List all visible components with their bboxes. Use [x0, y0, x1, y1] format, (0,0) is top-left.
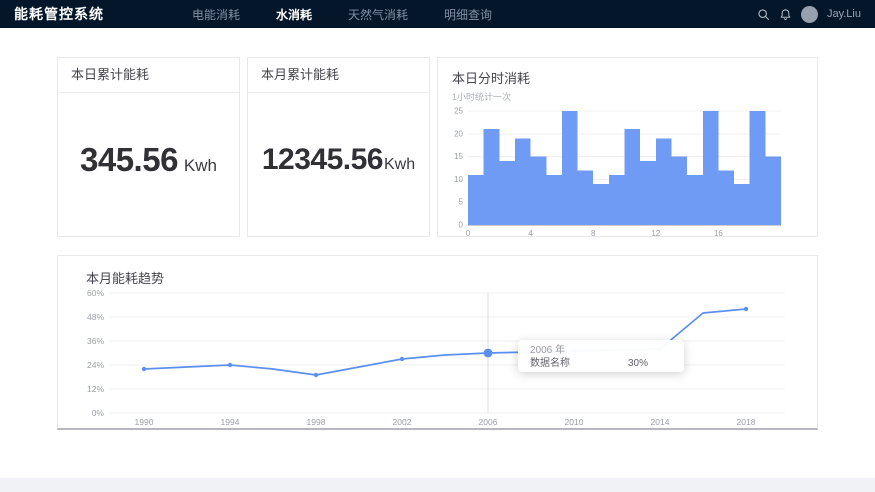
nav-item-1[interactable]: 电能消耗	[192, 6, 240, 23]
navbar-right: Jay.Liu	[757, 6, 861, 23]
svg-text:1998: 1998	[307, 417, 326, 427]
trend-line-chart[interactable]: 0% 12% 24% 36% 48% 60% 1990 1994 1998 2002 2006 201…	[58, 289, 817, 436]
main-nav: 电能消耗 水消耗 天然气消耗 明细查询	[192, 6, 528, 23]
month-energy-card: 本月累计能耗 12345.56 Kwh	[247, 57, 430, 237]
svg-text:10: 10	[454, 175, 463, 184]
svg-text:0%: 0%	[92, 408, 105, 418]
month-energy-value-wrap: 12345.56 Kwh	[262, 143, 415, 187]
today-energy-card-title: 本日累计能耗	[58, 58, 239, 93]
svg-text:2014: 2014	[651, 417, 670, 427]
svg-text:2002: 2002	[393, 417, 412, 427]
svg-text:12%: 12%	[87, 384, 104, 394]
svg-text:1990: 1990	[135, 417, 154, 427]
hourly-bar-chart-svg: 0 5 10 15 20 25 0 4 8 12 16	[444, 105, 814, 237]
svg-text:8: 8	[591, 229, 596, 237]
svg-text:1994: 1994	[221, 417, 240, 427]
today-energy-value: 345.56	[80, 141, 178, 179]
stat-cards-row: 本日累计能耗 345.56 Kwh 本月累计能耗 12345.56 Kwh 本日…	[57, 57, 818, 237]
user-name[interactable]: Jay.Liu	[827, 8, 861, 20]
hourly-chart-subtitle: 1小时统计一次	[452, 90, 817, 103]
svg-text:48%: 48%	[87, 312, 104, 322]
svg-text:2010: 2010	[565, 417, 584, 427]
today-energy-unit: Kwh	[184, 156, 217, 176]
trend-line-chart-svg: 0% 12% 24% 36% 48% 60% 1990 1994 1998 2002 2006 201…	[58, 289, 803, 431]
notification-bell-icon[interactable]	[779, 8, 792, 21]
svg-text:5: 5	[459, 198, 464, 207]
monthly-trend-card: 本月能耗趋势 0% 12% 24% 36% 48% 60% 1990 1994 1998 2002…	[57, 255, 818, 430]
svg-text:15: 15	[454, 152, 463, 161]
month-energy-unit: Kwh	[384, 156, 415, 174]
svg-text:0: 0	[459, 221, 464, 230]
hourly-bar-chart[interactable]: 0 5 10 15 20 25 0 4 8 12 16	[444, 105, 817, 237]
top-navbar: 能耗管控系统 电能消耗 水消耗 天然气消耗 明细查询 Jay.Liu	[0, 0, 875, 28]
svg-text:4: 4	[528, 229, 533, 237]
trend-chart-title: 本月能耗趋势	[86, 268, 817, 287]
svg-text:12: 12	[651, 229, 660, 237]
tooltip-value: 30%	[628, 358, 648, 369]
dashboard-content: 本日累计能耗 345.56 Kwh 本月累计能耗 12345.56 Kwh 本日…	[0, 28, 875, 430]
search-icon[interactable]	[757, 8, 770, 21]
svg-text:2006: 2006	[479, 417, 498, 427]
user-avatar[interactable]	[801, 6, 818, 23]
svg-text:2018: 2018	[737, 417, 756, 427]
nav-item-3[interactable]: 天然气消耗	[348, 6, 408, 23]
month-energy-card-title: 本月累计能耗	[248, 58, 429, 93]
page-footer-strip	[0, 478, 875, 492]
today-energy-value-wrap: 345.56 Kwh	[80, 141, 217, 189]
svg-text:20: 20	[454, 129, 463, 138]
svg-text:36%: 36%	[87, 336, 104, 346]
nav-item-2[interactable]: 水消耗	[276, 6, 312, 23]
chart-tooltip: 2006 年 数据名称 30%	[518, 340, 684, 372]
today-energy-card: 本日累计能耗 345.56 Kwh	[57, 57, 240, 237]
month-energy-value: 12345.56	[262, 143, 383, 177]
nav-item-4[interactable]: 明细查询	[444, 6, 492, 23]
svg-text:0: 0	[466, 229, 471, 237]
app-title: 能耗管控系统	[14, 4, 104, 24]
tooltip-category: 2006 年	[530, 345, 672, 356]
hourly-chart-title: 本日分时消耗	[452, 68, 817, 87]
svg-text:60%: 60%	[87, 289, 104, 298]
tooltip-series-name: 数据名称	[530, 358, 570, 369]
svg-text:25: 25	[454, 107, 463, 116]
svg-text:24%: 24%	[87, 360, 104, 370]
hourly-consumption-card: 本日分时消耗 1小时统计一次 0 5 10 15 20 25 0 4 8 12 16	[437, 57, 818, 237]
svg-text:16: 16	[714, 229, 723, 237]
